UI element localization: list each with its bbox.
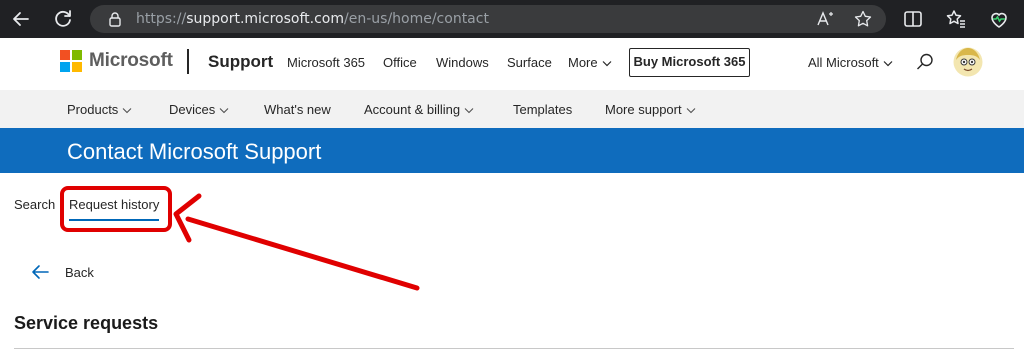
browser-essentials-icon[interactable] [987,7,1011,31]
back-link[interactable]: Back [65,265,94,280]
nav-more-label: More [568,55,598,70]
section-heading: Service requests [14,313,159,333]
read-aloud-icon[interactable] [816,11,834,27]
favorite-star-icon[interactable] [854,10,872,28]
chevron-down-icon [219,108,229,114]
subnav-products[interactable]: Products [67,102,132,117]
avatar[interactable] [953,47,983,77]
page-title: Contact Microsoft Support [67,139,322,164]
chevron-down-icon [883,61,893,67]
chevron-down-icon [686,108,695,114]
all-microsoft-menu[interactable]: All Microsoft [808,55,893,70]
subnav-devices[interactable]: Devices [169,102,229,117]
nav-microsoft-365[interactable]: Microsoft 365 [287,55,365,70]
url-text: https://support.microsoft.com/en-us/home… [136,11,489,27]
brand-divider [187,49,189,74]
support-link[interactable]: Support [208,52,273,72]
subnav-whats-new[interactable]: What's new [264,102,331,117]
refresh-icon[interactable] [51,7,75,31]
annotation-highlight-box [60,186,172,232]
subnav-account-billing-label: Account & billing [364,102,461,117]
subnav-account-billing[interactable]: Account & billing [364,102,474,117]
tab-search[interactable]: Search [14,197,55,212]
page-banner: Contact Microsoft Support [0,128,1024,173]
subnav-templates[interactable]: Templates [513,102,572,117]
subnav-products-label: Products [67,102,119,117]
brand-name[interactable]: Microsoft [89,50,173,72]
favorites-icon[interactable] [944,7,968,31]
microsoft-logo-icon[interactable] [60,50,82,72]
site-header: Microsoft Support Microsoft 365 Office W… [0,38,1024,90]
split-screen-icon[interactable] [901,7,925,31]
secondary-nav: Products Devices What's new Account & bi… [0,90,1024,128]
address-bar[interactable]: https://support.microsoft.com/en-us/home… [90,5,886,33]
subnav-more-support[interactable]: More support [605,102,696,117]
search-icon[interactable] [915,52,935,72]
nav-windows[interactable]: Windows [436,55,489,70]
subnav-more-support-label: More support [605,102,682,117]
back-arrow-icon[interactable] [30,264,50,280]
chevron-down-icon [464,108,474,114]
nav-office[interactable]: Office [383,55,417,70]
subnav-devices-label: Devices [169,102,216,117]
lock-icon[interactable] [108,11,122,27]
buy-microsoft-365-button[interactable]: Buy Microsoft 365 [629,48,750,77]
all-microsoft-label: All Microsoft [808,55,879,70]
chevron-down-icon [122,108,132,114]
browser-toolbar: https://support.microsoft.com/en-us/home… [0,0,1024,38]
back-arrow-icon[interactable] [9,7,33,31]
chevron-down-icon [602,61,612,67]
nav-surface[interactable]: Surface [507,55,552,70]
nav-more[interactable]: More [568,55,612,70]
divider [14,348,1014,349]
